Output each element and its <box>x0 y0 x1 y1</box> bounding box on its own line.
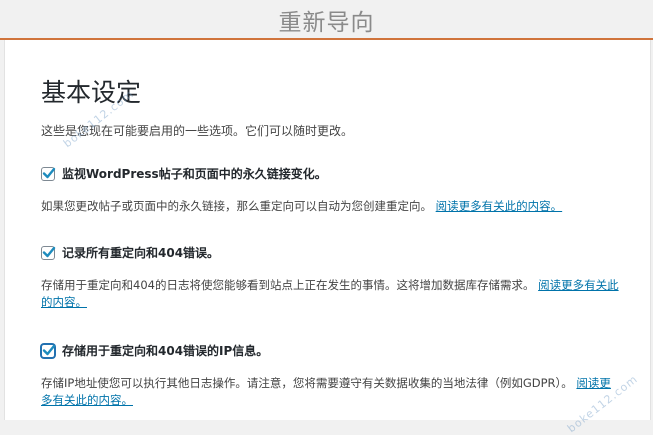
monitor-permalinks-label: 监视WordPress帖子和页面中的永久链接变化。 <box>62 167 327 181</box>
read-more-link[interactable]: 阅读更多有关此的内容。 <box>436 199 563 213</box>
wizard-title: 重新导向 <box>278 10 375 36</box>
monitor-permalinks-checkbox[interactable] <box>41 166 56 181</box>
description-text: 存储IP地址使您可以执行其他日志操作。请注意，您将需要遵守有关数据收集的当地法律… <box>41 376 573 390</box>
option-store-ip: 存储用于重定向和404错误的IP信息。 存储IP地址使您可以执行其他日志操作。请… <box>41 342 621 409</box>
settings-card: 基本设定 这些是您现在可能要启用的一些选项。它们可以随时更改。 监视WordPr… <box>4 40 651 435</box>
wizard-header: 重新导向 <box>0 0 653 40</box>
log-redirects-checkbox[interactable] <box>41 245 56 260</box>
log-redirects-description: 存储用于重定向和404的日志将使您能够看到站点上正在发生的事情。这将增加数据库存… <box>41 277 621 311</box>
store-ip-label: 存储用于重定向和404错误的IP信息。 <box>62 344 269 358</box>
checkmark-icon <box>42 167 56 178</box>
log-redirects-label: 记录所有重定向和404错误。 <box>62 246 220 260</box>
store-ip-checkbox[interactable] <box>41 343 56 358</box>
option-log-redirects: 记录所有重定向和404错误。 存储用于重定向和404的日志将使您能够看到站点上正… <box>41 244 621 311</box>
checkmark-icon <box>42 344 56 355</box>
description-text: 存储用于重定向和404的日志将使您能够看到站点上正在发生的事情。这将增加数据库存… <box>41 278 535 292</box>
store-ip-description: 存储IP地址使您可以执行其他日志操作。请注意，您将需要遵守有关数据收集的当地法律… <box>41 375 621 409</box>
monitor-permalinks-description: 如果您更改帖子或页面中的永久链接，那么重定向可以自动为您创建重定向。 阅读更多有… <box>41 198 621 215</box>
checkmark-icon <box>42 246 56 257</box>
description-text: 如果您更改帖子或页面中的永久链接，那么重定向可以自动为您创建重定向。 <box>41 199 432 213</box>
option-monitor-permalinks: 监视WordPress帖子和页面中的永久链接变化。 如果您更改帖子或页面中的永久… <box>41 165 621 215</box>
